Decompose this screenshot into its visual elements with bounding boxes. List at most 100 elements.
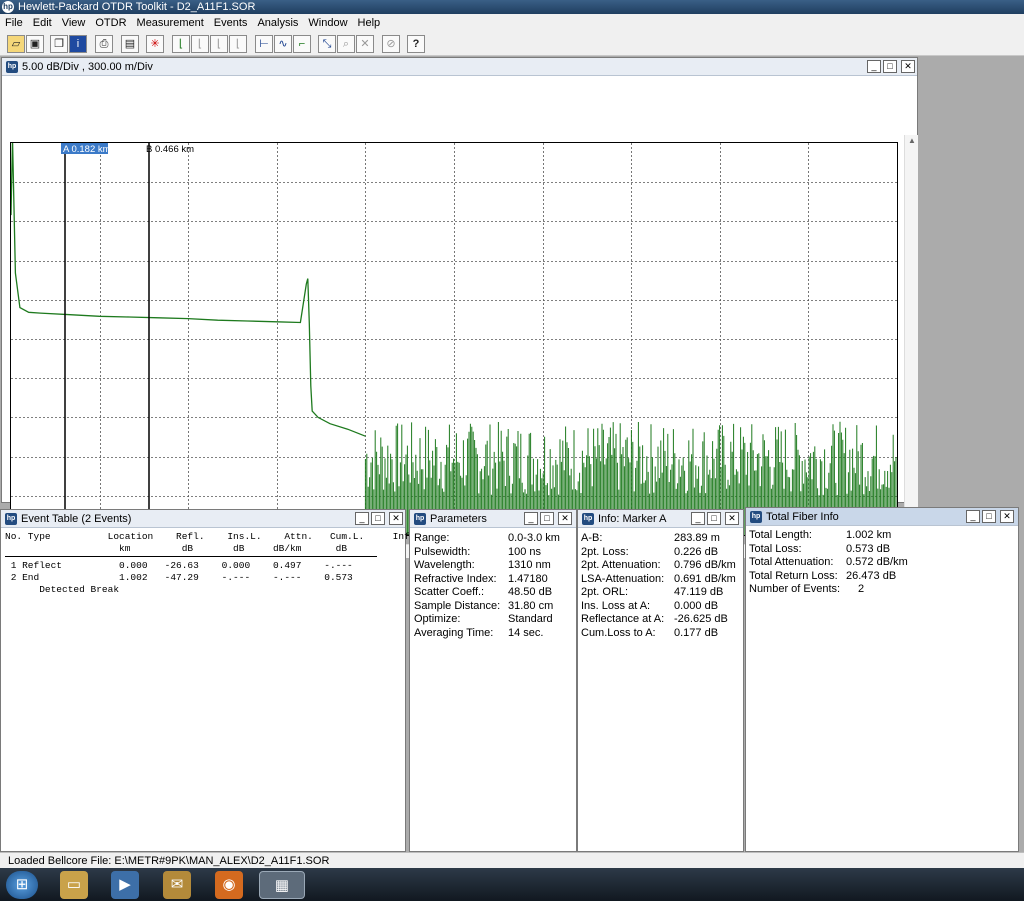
zoom-icon[interactable]: ⌕ xyxy=(337,35,355,53)
maximize-button[interactable]: □ xyxy=(883,60,897,73)
open-icon[interactable]: ▱ xyxy=(7,35,25,53)
marker-2-icon[interactable]: ⌊ xyxy=(191,35,209,53)
event-table-divider xyxy=(5,556,377,557)
menu-analysis[interactable]: Analysis xyxy=(252,14,303,32)
trace-window: hp 5.00 dB/Div , 300.00 m/Div _ □ ✕ A 0.… xyxy=(1,57,918,558)
fiber-value: 26.473 dB xyxy=(846,569,897,582)
app-title: Hewlett-Packard OTDR Toolkit - D2_A11F1.… xyxy=(18,1,256,13)
info-value: 0.691 dB/km xyxy=(674,572,736,585)
zoom-out-icon[interactable]: ✕ xyxy=(356,35,374,53)
close-button[interactable]: ✕ xyxy=(901,60,915,73)
parameters-values: 0.0-3.0 km 100 ns 1310 nm 1.47180 48.50 dB 31… xyxy=(508,532,560,640)
parameters-labels: Range: Pulsewidth: Wavelength: Refractive I… xyxy=(414,532,500,640)
info-icon[interactable]: i xyxy=(69,35,87,53)
table-row[interactable]: 1 Reflect 0.000 -26.63 0.000 0.497 -.--- xyxy=(5,560,353,572)
help-icon[interactable]: ? xyxy=(407,35,425,53)
maximize-button[interactable]: □ xyxy=(540,512,554,525)
marker-1-icon[interactable]: ⌊ xyxy=(172,35,190,53)
menu-file[interactable]: File xyxy=(0,14,28,32)
level-icon[interactable]: ⌐ xyxy=(293,35,311,53)
marker-3-icon[interactable]: ⌊ xyxy=(210,35,228,53)
trace-svg: A 0.182 km B 0.466 km xyxy=(10,138,897,535)
trace-window-titlebar: hp 5.00 dB/Div , 300.00 m/Div _ □ ✕ xyxy=(2,58,917,76)
otdr-app-icon[interactable]: ▦ xyxy=(259,871,305,899)
param-value: 1.47180 xyxy=(508,572,548,585)
info-label: 2pt. ORL: xyxy=(581,586,629,598)
app-titlebar: hp Hewlett-Packard OTDR Toolkit - D2_A11… xyxy=(0,0,1024,14)
media-player-icon[interactable]: ▶ xyxy=(111,871,139,899)
menu-edit[interactable]: Edit xyxy=(28,14,57,32)
info-value: 47.119 dB xyxy=(674,586,724,598)
info-label: Reflectance at A: xyxy=(581,613,665,625)
param-label: Wavelength: xyxy=(414,559,475,571)
maximize-button[interactable]: □ xyxy=(707,512,721,525)
close-button[interactable]: ✕ xyxy=(558,512,572,525)
param-value: 100 ns xyxy=(508,545,542,558)
menu-view[interactable]: View xyxy=(57,14,91,32)
info-value: -26.625 dB xyxy=(674,613,728,625)
hp-logo-icon: hp xyxy=(6,61,18,73)
fiber-info-titlebar: hp Total Fiber Info _ □ ✕ xyxy=(746,508,1018,526)
param-label: Sample Distance: xyxy=(414,599,501,612)
close-button[interactable]: ✕ xyxy=(1000,510,1014,523)
mail-icon[interactable]: ✉ xyxy=(163,871,191,899)
otdr-trace-plot[interactable]: A 0.182 km B 0.466 km xyxy=(10,138,898,536)
explorer-icon[interactable]: ▭ xyxy=(60,871,88,899)
param-label: Pulsewidth: xyxy=(414,545,471,558)
menu-help[interactable]: Help xyxy=(353,14,386,32)
menu-window[interactable]: Window xyxy=(303,14,352,32)
maximize-button[interactable]: □ xyxy=(982,510,996,523)
fiber-info-values: 1.002 km 0.573 dB 0.572 dB/km 26.473 dB 2 xyxy=(846,529,908,597)
fiber-info-title: Total Fiber Info xyxy=(766,511,839,523)
firefox-icon[interactable]: ◉ xyxy=(215,871,243,899)
cursor-icon[interactable]: ✳ xyxy=(146,35,164,53)
start-orb-icon[interactable]: ⊞ xyxy=(6,871,38,899)
save-icon[interactable]: ▣ xyxy=(26,35,44,53)
minimize-button[interactable]: _ xyxy=(867,60,881,73)
scroll-up-icon[interactable]: ▲ xyxy=(905,136,919,145)
info-marker-title: Info: Marker A xyxy=(598,513,667,525)
cancel-icon[interactable]: ⊘ xyxy=(382,35,400,53)
event-table-titlebar: hp Event Table (2 Events) _ □ ✕ xyxy=(1,510,405,528)
fiber-label: Total Return Loss: xyxy=(749,569,838,582)
menu-otdr[interactable]: OTDR xyxy=(90,14,131,32)
minimize-button[interactable]: _ xyxy=(524,512,538,525)
param-value: 48.50 dB xyxy=(508,586,553,598)
menu-measurement[interactable]: Measurement xyxy=(132,14,209,32)
info-label: LSA-Attenuation: xyxy=(581,572,665,585)
taskbar: ⊞ ▭ ▶ ✉ ◉ ▦ xyxy=(0,868,1024,901)
print-icon[interactable]: ⎙ xyxy=(95,35,113,53)
minimize-button[interactable]: _ xyxy=(691,512,705,525)
hp-logo-icon: hp xyxy=(750,511,762,523)
param-value: 0.0-3.0 km xyxy=(508,532,560,544)
maximize-button[interactable]: □ xyxy=(371,512,385,525)
param-label: Refractive Index: xyxy=(414,572,497,585)
param-label: Range: xyxy=(414,532,450,544)
zoom-fit-icon[interactable]: ⤡ xyxy=(318,35,336,53)
info-value: 0.226 dB xyxy=(674,545,719,558)
fiber-label: Total Length: xyxy=(749,529,812,541)
minimize-button[interactable]: _ xyxy=(966,510,980,523)
trace-group xyxy=(10,138,897,535)
info-marker-titlebar: hp Info: Marker A _ □ ✕ xyxy=(578,510,743,528)
table-row[interactable]: 2 End 1.002 -47.29 -.--- -.--- 0.573 xyxy=(5,572,353,584)
device-icon[interactable]: ▤ xyxy=(121,35,139,53)
splice-icon[interactable]: ∿ xyxy=(274,35,292,53)
table-row[interactable]: Detected Break xyxy=(5,584,119,596)
menu-events[interactable]: Events xyxy=(209,14,253,32)
info-value: 0.177 dB xyxy=(674,626,719,639)
event-table-title: Event Table (2 Events) xyxy=(21,513,132,525)
info-value: 283.89 m xyxy=(674,532,720,544)
close-button[interactable]: ✕ xyxy=(725,512,739,525)
info-label: Cum.Loss to A: xyxy=(581,626,656,639)
parameters-titlebar: hp Parameters _ □ ✕ xyxy=(410,510,576,528)
span-icon[interactable]: ⊢ xyxy=(255,35,273,53)
vertical-scrollbar[interactable]: ▲ ▼ xyxy=(904,135,918,545)
close-button[interactable]: ✕ xyxy=(389,512,403,525)
copy-icon[interactable]: ❐ xyxy=(50,35,68,53)
fiber-value: 0.573 dB xyxy=(846,542,891,555)
status-bar: Loaded Bellcore File: E:\METR#9PK\MAN_AL… xyxy=(0,852,1024,868)
info-label: A-B: xyxy=(581,532,603,544)
minimize-button[interactable]: _ xyxy=(355,512,369,525)
marker-4-icon[interactable]: ⌊ xyxy=(229,35,247,53)
